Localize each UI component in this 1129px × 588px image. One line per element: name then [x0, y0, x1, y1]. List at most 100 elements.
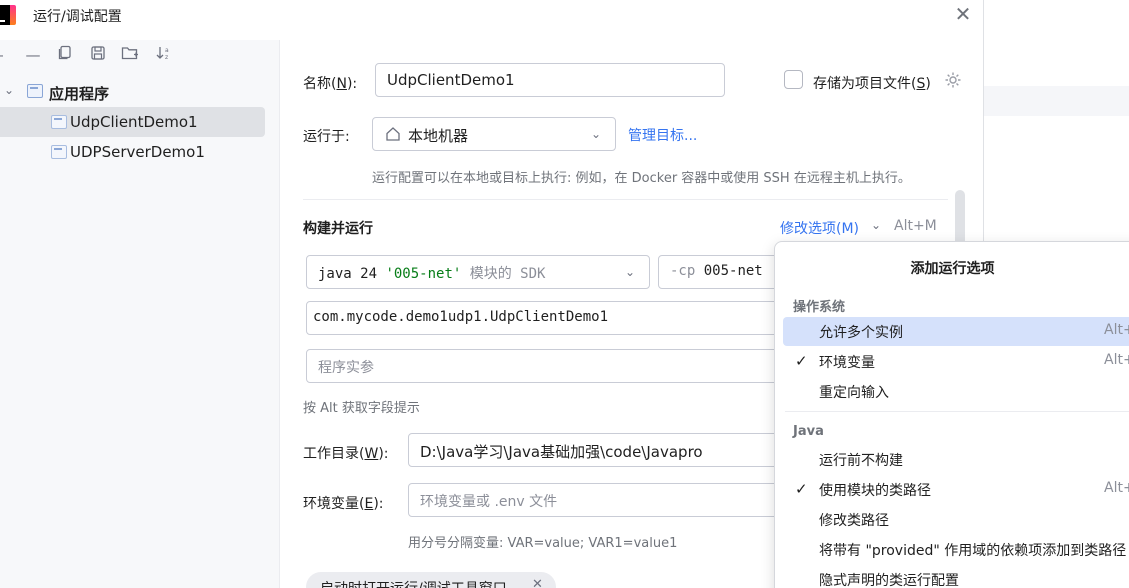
name-label: 名称(N):	[303, 73, 357, 93]
menu-item-label: 运行前不构建	[819, 453, 903, 469]
working-directory-input[interactable]: D:\Java学习\Java基础加强\code\Javapro	[408, 433, 788, 467]
environment-variables-hint: 用分号分隔变量: VAR=value; VAR1=value1	[408, 536, 678, 551]
menu-item-modify-classpath[interactable]: 修改类路径	[783, 505, 1129, 534]
cp-value: 005-net	[703, 263, 763, 279]
group-label-java: Java	[793, 424, 824, 439]
tree-item-label: UDPServerDemo1	[70, 143, 205, 161]
environment-variables-label: 环境变量(E):	[303, 493, 384, 513]
tree-item-label: UdpClientDemo1	[70, 113, 198, 131]
checkmark-icon: ✓	[795, 352, 808, 370]
application-config-icon	[51, 145, 67, 159]
workdir-label-end: ):	[378, 446, 389, 462]
store-label-end: )	[925, 76, 931, 92]
folder-icon[interactable]	[120, 45, 140, 65]
menu-item-add-provided-dependencies[interactable]: 将带有 "provided" 作用域的依赖项添加到类路径	[783, 535, 1129, 564]
run-on-value: 本地机器	[408, 127, 469, 145]
modify-options-link[interactable]: 修改选项(M)	[780, 218, 859, 238]
menu-item-shortcut: Alt+U	[1104, 322, 1129, 338]
name-value: UdpClientDemo1	[387, 71, 515, 89]
name-label-text: 名称(	[303, 76, 337, 92]
manage-targets-link[interactable]: 管理目标...	[628, 125, 697, 145]
menu-item-label: 修改类路径	[819, 513, 889, 529]
env-label-end: ):	[373, 496, 384, 512]
menu-item-environment-variables[interactable]: ✓ 环境变量 Alt+E	[783, 347, 1129, 376]
tree-group-application[interactable]: ⌄ 应用程序	[0, 77, 280, 107]
store-as-project-file-label[interactable]: 存储为项目文件(S)	[813, 73, 931, 93]
menu-item-label: 隐式声明的类运行配置	[819, 573, 959, 588]
tree-item-udpserverdemo1[interactable]: UDPServerDemo1	[0, 137, 280, 167]
menu-item-label: 重定向输入	[819, 385, 889, 401]
main-class-value: com.mycode.demo1udp1.UdpClientDemo1	[313, 309, 609, 325]
classpath-module-select[interactable]: -cp 005-net	[658, 255, 788, 289]
alt-field-hint: 按 Alt 获取字段提示	[303, 401, 420, 416]
menu-item-label: 使用模块的类路径	[819, 483, 931, 499]
menu-separator	[785, 411, 1129, 412]
modify-options-shortcut: Alt+M	[894, 218, 937, 234]
group-label-os: 操作系统	[793, 300, 846, 315]
program-arguments-input[interactable]: 程序实参	[306, 349, 786, 383]
jdk-select[interactable]: java 24 '005-net' 模块的 SDK ⌄	[306, 255, 650, 289]
menu-item-redirect-input[interactable]: 重定向输入	[783, 377, 1129, 406]
program-arguments-placeholder: 程序实参	[318, 360, 374, 376]
run-on-label: 运行于:	[303, 129, 350, 145]
svg-text:z: z	[165, 54, 168, 61]
add-run-options-popup: 添加运行选项 操作系统 允许多个实例 Alt+U ✓ 环境变量 Alt+E 重定…	[774, 241, 1129, 588]
menu-item-allow-multiple-instances[interactable]: 允许多个实例 Alt+U	[783, 317, 1129, 346]
sdk-value: java 24	[318, 266, 378, 282]
open-tool-window-label: 启动时打开运行/调试工具窗口	[320, 578, 507, 588]
background-highlight-line	[984, 86, 1129, 116]
menu-item-implicit-class-run-config[interactable]: 隐式声明的类运行配置	[783, 565, 1129, 588]
close-icon[interactable]: ✕	[953, 3, 973, 25]
env-mnemonic: E	[364, 496, 374, 512]
gear-icon[interactable]	[943, 70, 963, 90]
chevron-down-icon: ⌄	[591, 127, 602, 141]
cp-flag: -cp	[670, 263, 696, 279]
env-label-text: 环境变量(	[303, 496, 365, 512]
store-as-project-file-checkbox[interactable]	[784, 70, 803, 89]
dialog-title: 运行/调试配置	[33, 9, 122, 25]
tree-item-udpclientdemo1[interactable]: UdpClientDemo1	[0, 107, 265, 137]
menu-item-label: 将带有 "provided" 作用域的依赖项添加到类路径	[819, 543, 1127, 559]
configurations-tree-panel: – — az ⌄ 应用程序 UdpClientDemo1 UDPServerDe…	[0, 40, 280, 588]
name-mnemonic: N	[336, 76, 347, 92]
section-divider	[303, 199, 948, 200]
menu-item-do-not-build-before-run[interactable]: 运行前不构建	[783, 445, 1129, 474]
open-tool-window-option-chip[interactable]: 启动时打开运行/调试工具窗口 ✕	[306, 572, 556, 588]
sdk-module: '005-net'	[385, 266, 462, 282]
menu-item-label: 允许多个实例	[819, 325, 903, 341]
menu-item-use-module-classpath[interactable]: ✓ 使用模块的类路径 Alt+O	[783, 475, 1129, 504]
environment-variables-placeholder: 环境变量或 .env 文件	[420, 494, 558, 510]
remove-option-icon[interactable]: ✕	[532, 577, 543, 588]
name-input[interactable]: UdpClientDemo1	[375, 63, 725, 97]
run-on-hint: 运行配置可以在本地或目标上执行: 例如，在 Docker 容器中或使用 SSH …	[372, 171, 911, 186]
workdir-mnemonic: W	[364, 446, 379, 462]
sdk-suffix: 模块的 SDK	[469, 266, 546, 282]
intellij-logo-icon	[0, 5, 16, 25]
chevron-down-icon: ⌄	[871, 218, 882, 232]
checkmark-icon: ✓	[795, 480, 808, 498]
save-icon[interactable]	[88, 45, 108, 65]
remove-icon[interactable]: —	[23, 45, 43, 65]
application-config-icon	[51, 115, 67, 129]
name-label-end: ):	[346, 76, 358, 92]
sort-icon[interactable]: az	[154, 45, 174, 65]
home-icon	[385, 126, 401, 146]
main-class-input[interactable]: com.mycode.demo1udp1.UdpClientDemo1	[306, 301, 786, 335]
workdir-label-text: 工作目录(	[303, 446, 365, 462]
chevron-down-icon: ⌄	[625, 265, 636, 279]
environment-variables-input[interactable]: 环境变量或 .env 文件	[408, 483, 788, 517]
run-on-select[interactable]: 本地机器 ⌄	[372, 117, 616, 151]
svg-text:a: a	[165, 47, 169, 54]
menu-item-shortcut: Alt+E	[1104, 352, 1129, 368]
title-bar: 运行/调试配置 ✕	[0, 0, 984, 32]
build-run-section-title: 构建并运行	[303, 221, 373, 237]
working-directory-value: D:\Java学习\Java基础加强\code\Javapro	[420, 443, 703, 461]
add-icon[interactable]: –	[0, 45, 10, 65]
chevron-down-icon[interactable]: ⌄	[4, 83, 14, 97]
application-icon	[27, 84, 43, 98]
working-directory-label: 工作目录(W):	[303, 443, 389, 463]
popup-title: 添加运行选项	[910, 261, 995, 277]
copy-icon[interactable]	[55, 45, 75, 65]
tree-group-label: 应用程序	[49, 85, 110, 103]
store-label-text: 存储为项目文件(	[813, 76, 917, 92]
